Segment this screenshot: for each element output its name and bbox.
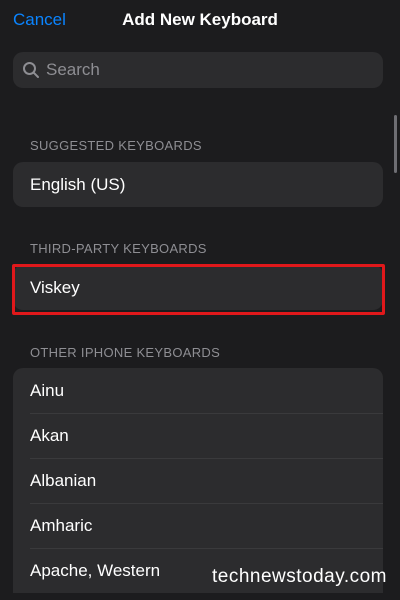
third-party-keyboards-group: Viskey [13, 265, 383, 310]
section-header-other-iphone: OTHER IPHONE KEYBOARDS [30, 345, 221, 360]
keyboard-row-viskey[interactable]: Viskey [13, 265, 383, 310]
section-header-suggested: SUGGESTED KEYBOARDS [30, 138, 202, 153]
keyboard-row-albanian[interactable]: Albanian [13, 458, 383, 503]
search-field[interactable]: Search [13, 52, 383, 88]
watermark: technewstoday.com [211, 566, 387, 587]
page-title: Add New Keyboard [122, 10, 278, 29]
search-placeholder: Search [46, 60, 100, 79]
search-icon [22, 61, 40, 79]
keyboard-label: Amharic [30, 515, 93, 535]
add-keyboard-screen: Cancel Add New Keyboard Search SUGGESTED… [0, 0, 400, 600]
keyboard-label: English (US) [30, 174, 126, 194]
suggested-keyboards-group: English (US) [13, 162, 383, 207]
keyboard-label: Apache, Western [30, 560, 161, 580]
keyboard-label: Viskey [30, 277, 80, 297]
keyboard-row-ainu[interactable]: Ainu [13, 368, 383, 413]
keyboard-row-english-us[interactable]: English (US) [13, 162, 383, 207]
keyboard-row-akan[interactable]: Akan [13, 413, 383, 458]
scrollbar[interactable] [394, 115, 397, 173]
keyboard-label: Ainu [30, 380, 65, 400]
keyboard-row-amharic[interactable]: Amharic [13, 503, 383, 548]
keyboard-label: Albanian [30, 470, 97, 490]
section-header-third-party: THIRD-PARTY KEYBOARDS [30, 241, 207, 256]
keyboard-label: Akan [30, 425, 69, 445]
navigation-bar: Cancel Add New Keyboard [0, 0, 400, 44]
other-iphone-keyboards-group: Ainu Akan Albanian Amharic Apache, Weste… [13, 368, 383, 593]
